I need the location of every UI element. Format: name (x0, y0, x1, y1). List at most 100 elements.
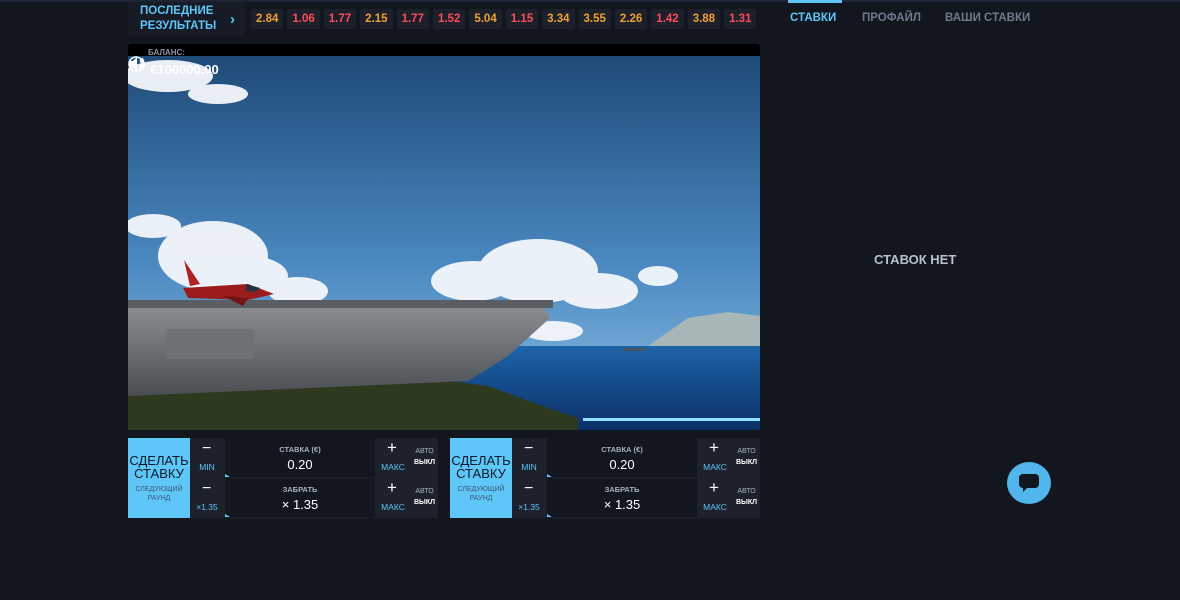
place-bet-sublabel-line2: РАУНД (147, 495, 171, 502)
stake-field[interactable]: СТАВКА (€) 0.20 (547, 438, 697, 477)
tab-bets[interactable]: СТАВКИ (790, 12, 836, 24)
stake-max-label: МАКС (381, 462, 405, 472)
auto-bet-toggle[interactable]: АВТО ВЫКЛ (411, 438, 438, 478)
cashout-increase-button[interactable]: + МАКС (376, 478, 410, 518)
bet-panel-2: СДЕЛАТЬ СТАВКУ СЛЕДУЮЩИЙ РАУНД − MIN СТА… (450, 438, 760, 518)
result-chip: 2.84 (251, 9, 284, 29)
stake-decrease-button[interactable]: − MIN (190, 438, 224, 478)
active-tab-indicator (788, 0, 842, 3)
result-chip: 5.04 (469, 9, 502, 29)
game-scene (128, 56, 760, 430)
result-chip: 3.34 (542, 9, 575, 29)
auto-bet-label: АВТО (737, 448, 756, 455)
speaker-icon[interactable] (128, 56, 146, 72)
place-bet-button[interactable]: СДЕЛАТЬ СТАВКУ СЛЕДУЮЩИЙ РАУНД (128, 438, 190, 518)
game-area: БАЛАНС: €100000.00 (128, 44, 760, 430)
stake-row: − MIN СТАВКА (€) 0.20 + МАКС АВТО ВЫКЛ (190, 438, 438, 478)
cashout-field[interactable]: ЗАБРАТЬ × 1.35 (225, 478, 375, 517)
place-bet-sublabel-line1: СЛЕДУЮЩИЙ (457, 486, 505, 493)
stake-min-label: MIN (199, 462, 215, 472)
chevron-right-icon: › (230, 10, 235, 28)
stake-decrease-button[interactable]: − MIN (512, 438, 546, 478)
auto-cashout-label: АВТО (415, 488, 434, 495)
cashout-max-label: МАКС (703, 502, 727, 512)
result-chip: 1.77 (323, 9, 357, 29)
place-bet-label: СДЕЛАТЬ СТАВКУ (450, 454, 512, 480)
place-bet-button[interactable]: СДЕЛАТЬ СТАВКУ СЛЕДУЮЩИЙ РАУНД (450, 438, 512, 518)
cashout-min-label: ×1.35 (518, 502, 540, 512)
auto-bet-label: АВТО (415, 448, 434, 455)
stake-corner-marker (225, 474, 230, 477)
stake-increase-button[interactable]: + МАКС (376, 438, 410, 478)
result-chip: 3.55 (578, 9, 611, 29)
last-results-bar: ПОСЛЕДНИЕ РЕЗУЛЬТАТЫ › 2.84 1.06 1.77 2.15 1… (128, 2, 760, 36)
auto-cashout-state: ВЫКЛ (735, 499, 758, 506)
balance-value: €100000.00 (150, 62, 219, 77)
auto-cashout-toggle[interactable]: АВТО ВЫКЛ (733, 478, 760, 518)
cashout-decrease-button[interactable]: − ×1.35 (512, 478, 546, 518)
tab-profile[interactable]: ПРОФАЙЛ (862, 12, 921, 24)
results-list: 2.84 1.06 1.77 2.15 1.77 1.52 5.04 1.15 3.34 3.55… (251, 9, 760, 29)
last-results-label-line1: ПОСЛЕДНИЕ (140, 5, 214, 17)
auto-cashout-label: АВТО (737, 488, 756, 495)
stake-row: − MIN СТАВКА (€) 0.20 + МАКС АВТО ВЫКЛ (512, 438, 760, 478)
stake-field[interactable]: СТАВКА (€) 0.20 (225, 438, 375, 477)
bet-panel-1: СДЕЛАТЬ СТАВКУ СЛЕДУЮЩИЙ РАУНД − MIN СТА… (128, 438, 438, 518)
right-panel-tabs: СТАВКИ ПРОФАЙЛ ВАШИ СТАВКИ (777, 0, 1180, 38)
cashout-increase-button[interactable]: + МАКС (698, 478, 732, 518)
carrier-deck (128, 300, 553, 308)
stake-increase-button[interactable]: + МАКС (698, 438, 732, 478)
chat-button[interactable] (1007, 462, 1051, 504)
distant-ship (623, 348, 645, 351)
result-chip: 2.15 (360, 9, 393, 29)
stake-label: СТАВКА (€) (601, 445, 643, 454)
result-chip: 1.52 (432, 9, 466, 29)
place-bet-label: СДЕЛАТЬ СТАВКУ (128, 454, 190, 480)
last-results-label-line2: РЕЗУЛЬТАТЫ (140, 20, 217, 32)
result-chip: 1.31 (724, 9, 757, 29)
stake-corner-marker (547, 474, 552, 477)
last-results-toggle[interactable]: ПОСЛЕДНИЕ РЕЗУЛЬТАТЫ › (128, 2, 245, 36)
tab-my-bets[interactable]: ВАШИ СТАВКИ (945, 12, 1030, 24)
cashout-value: × 1.35 (603, 497, 641, 512)
result-chip: 1.15 (505, 9, 539, 29)
cashout-decrease-button[interactable]: − ×1.35 (190, 478, 224, 518)
plus-icon: + (387, 478, 397, 497)
cashout-row: − ×1.35 ЗАБРАТЬ × 1.35 + МАКС АВТО ВЫКЛ (512, 478, 760, 518)
auto-bet-toggle[interactable]: АВТО ВЫКЛ (733, 438, 760, 478)
minus-icon: − (524, 440, 534, 457)
place-bet-sublabel-line2: РАУНД (469, 495, 493, 502)
auto-bet-state: ВЫКЛ (735, 459, 758, 466)
result-chip: 1.42 (651, 9, 684, 29)
plus-icon: + (709, 438, 719, 457)
minus-icon: − (202, 440, 212, 457)
place-bet-sublabel: СЛЕДУЮЩИЙ РАУНД (128, 485, 190, 503)
result-chip: 1.77 (396, 9, 429, 29)
carrier-bay (166, 329, 254, 359)
cashout-value: × 1.35 (281, 497, 319, 512)
cashout-max-label: МАКС (381, 502, 405, 512)
auto-bet-state: ВЫКЛ (413, 459, 436, 466)
runway-line (583, 418, 760, 421)
result-chip: 2.26 (614, 9, 648, 29)
result-chip: 3.88 (687, 9, 721, 29)
auto-cashout-toggle[interactable]: АВТО ВЫКЛ (411, 478, 438, 518)
minus-icon: − (524, 480, 534, 497)
plus-icon: + (709, 478, 719, 497)
auto-cashout-state: ВЫКЛ (413, 499, 436, 506)
stake-value: 0.20 (609, 457, 635, 472)
stake-value: 0.20 (287, 457, 313, 472)
last-results-label: ПОСЛЕДНИЕ РЕЗУЛЬТАТЫ (140, 4, 220, 34)
no-bets-message: СТАВОК НЕТ (874, 252, 957, 267)
cashout-corner-marker (225, 514, 230, 517)
result-chip: 1.06 (287, 9, 320, 29)
minus-icon: − (202, 480, 212, 497)
cashout-label: ЗАБРАТЬ (282, 485, 318, 494)
cashout-corner-marker (547, 514, 552, 517)
stake-label: СТАВКА (€) (279, 445, 321, 454)
stake-min-label: MIN (521, 462, 537, 472)
place-bet-label-line2: СТАВКУ (134, 466, 184, 481)
stake-max-label: МАКС (703, 462, 727, 472)
cashout-field[interactable]: ЗАБРАТЬ × 1.35 (547, 478, 697, 517)
plus-icon: + (387, 438, 397, 457)
